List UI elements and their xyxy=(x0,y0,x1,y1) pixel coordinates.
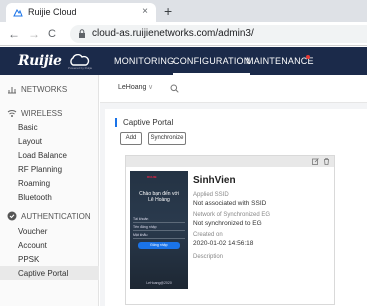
eg-label: Network of Synchronized EG xyxy=(193,212,271,218)
wireless-icon xyxy=(7,110,17,117)
sidebar-label-bluetooth: Bluetooth xyxy=(18,193,52,202)
sidebar-label-voucher: Voucher xyxy=(18,227,48,236)
preview-field-1: Tài khoản xyxy=(133,217,185,223)
chevron-down-icon[interactable]: ∨ xyxy=(148,83,153,91)
new-tab-icon[interactable]: + xyxy=(164,3,172,19)
menu-maintenance[interactable]: MAINTENANCE xyxy=(246,56,314,66)
edit-icon[interactable] xyxy=(312,158,319,165)
browser-tab[interactable]: Ruijie Cloud × xyxy=(6,3,156,22)
eg-value: Not synchronized to EG xyxy=(193,220,262,227)
sidebar-item-layout[interactable]: Layout xyxy=(0,137,99,148)
synchronize-button[interactable]: Synchronize xyxy=(148,132,186,145)
browser-tab-bar: Ruijie Cloud × + xyxy=(0,0,367,22)
preview-field-3: Mật khẩu xyxy=(133,233,185,239)
lock-icon xyxy=(79,29,85,38)
created-value: 2020-01-02 14:56:18 xyxy=(193,240,254,247)
filter-bar: LeHoang ∨ xyxy=(100,75,367,103)
menu-configuration[interactable]: CONFIGURATION xyxy=(173,56,251,75)
sidebar-label-wireless: WIRELESS xyxy=(21,109,63,118)
portal-card[interactable]: RUIJIE Chào bạn đến với Lê Hoàng Tài kho… xyxy=(125,155,335,305)
brand-name: Ruijie xyxy=(18,53,62,69)
sidebar-item-load-balance[interactable]: Load Balance xyxy=(0,151,99,162)
menu-monitoring[interactable]: MONITORING xyxy=(114,56,174,66)
portal-name: SinhVien xyxy=(193,175,236,186)
preview-welcome: Chào bạn đến với Lê Hoàng xyxy=(130,191,188,203)
sidebar-item-captive-portal[interactable]: Captive Portal xyxy=(0,266,99,280)
captive-portal-panel: Captive Portal Add Synchronize RUIJIE Ch… xyxy=(105,109,367,306)
card-toolbar xyxy=(126,156,334,167)
ruijie-logo[interactable]: Ruijie Powered by Ruijie xyxy=(18,53,98,71)
main-content: LeHoang ∨ Captive Portal Add Synchronize xyxy=(100,75,367,306)
shield-check-icon xyxy=(7,211,17,221)
sidebar-label-layout: Layout xyxy=(18,137,43,146)
ruijie-cloud-favicon-icon xyxy=(13,9,23,17)
created-label: Created on xyxy=(193,232,223,238)
sidebar-item-bluetooth[interactable]: Bluetooth xyxy=(0,193,99,204)
preview-login-button: Đăng nhập xyxy=(138,242,180,249)
brand-tagline: Powered by Ruijie xyxy=(68,66,93,70)
app-window: Ruijie Cloud × + ← → C cloud-as.ruijiene… xyxy=(0,0,367,306)
sidebar-label-load-balance: Load Balance xyxy=(18,151,67,160)
preview-logo: RUIJIE xyxy=(147,175,157,179)
sidebar-label-basic: Basic xyxy=(18,123,38,132)
preview-field-2: Tên đăng nhập xyxy=(133,225,185,231)
applied-ssid-value: Not associated with SSID xyxy=(193,200,267,207)
preview-footer: LeHoang@2020 xyxy=(146,281,172,285)
back-icon[interactable]: ← xyxy=(8,27,20,41)
tab-title: Ruijie Cloud xyxy=(28,7,77,17)
url-text: cloud-as.ruijienetworks.com/admin3/ xyxy=(92,28,254,39)
sidebar: NETWORKS WIRELESS Basic Layout Load Bala… xyxy=(0,75,99,306)
sidebar-label-rf-planning: RF Planning xyxy=(18,165,63,174)
maintenance-alert-dot xyxy=(306,55,310,59)
description-label: Description xyxy=(193,254,224,260)
reload-icon[interactable]: C xyxy=(48,27,56,41)
sidebar-item-roaming[interactable]: Roaming xyxy=(0,179,99,190)
close-tab-icon[interactable]: × xyxy=(142,6,148,17)
trash-icon[interactable] xyxy=(323,158,330,165)
browser-address-bar: ← → C cloud-as.ruijienetworks.com/admin3… xyxy=(0,22,367,46)
group-select[interactable]: LeHoang xyxy=(118,84,146,91)
sidebar-label-ppsk: PPSK xyxy=(18,255,40,264)
preview-welcome-line2: Lê Hoàng xyxy=(148,197,170,203)
sidebar-item-basic[interactable]: Basic xyxy=(0,123,99,134)
sidebar-item-voucher[interactable]: Voucher xyxy=(0,227,99,238)
sidebar-label-account: Account xyxy=(18,241,47,250)
sidebar-label-captive-portal: Captive Portal xyxy=(18,269,69,278)
sidebar-label-roaming: Roaming xyxy=(18,179,51,188)
sidebar-item-rf-planning[interactable]: RF Planning xyxy=(0,165,99,176)
sidebar-item-account[interactable]: Account xyxy=(0,241,99,252)
add-button[interactable]: Add xyxy=(120,132,142,145)
app-header: Ruijie Powered by Ruijie MONITORING CONF… xyxy=(0,47,367,75)
sidebar-item-ppsk[interactable]: PPSK xyxy=(0,255,99,266)
page-title: Captive Portal xyxy=(115,118,173,127)
applied-ssid-label: Applied SSID xyxy=(193,192,229,198)
forward-icon[interactable]: → xyxy=(28,27,40,41)
sidebar-label-networks: NETWORKS xyxy=(21,85,68,94)
sidebar-label-authentication: AUTHENTICATION xyxy=(21,212,91,221)
url-input[interactable]: cloud-as.ruijienetworks.com/admin3/ xyxy=(70,25,367,43)
network-icon xyxy=(8,87,16,94)
portal-preview-image: RUIJIE Chào bạn đến với Lê Hoàng Tài kho… xyxy=(130,171,188,289)
search-icon[interactable] xyxy=(170,84,179,93)
